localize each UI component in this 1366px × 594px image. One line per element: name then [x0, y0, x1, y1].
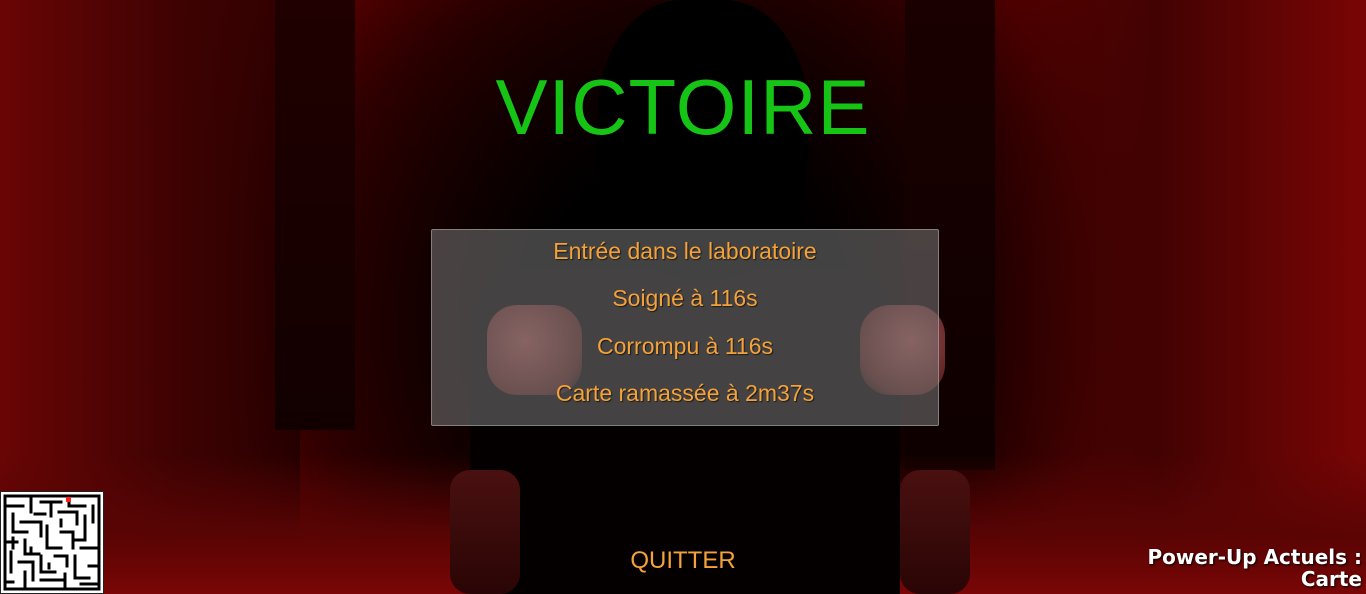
log-entry: Entrée dans le laboratoire [553, 238, 817, 264]
quit-button[interactable]: QUITTER [583, 543, 783, 579]
powerup-value: Carte [1300, 567, 1362, 591]
powerup-label: Power-Up Actuels : [1147, 545, 1362, 569]
log-entry: Soigné à 116s [612, 285, 758, 312]
maze-minimap-icon[interactable] [0, 491, 104, 594]
figure-right-arm [900, 470, 970, 594]
player-marker-icon [66, 497, 71, 502]
game-scene: VICTOIRE Entrée dans le laboratoire Soig… [0, 0, 1366, 594]
log-entry: Corrompu à 116s [597, 332, 773, 359]
powerup-status: Power-Up Actuels : Carte [1147, 546, 1362, 590]
log-entry: Carte ramassée à 2m37s [555, 379, 815, 406]
event-log-panel: Entrée dans le laboratoire Soigné à 116s… [431, 229, 939, 426]
figure-left-arm [450, 470, 520, 594]
victory-title: VICTOIRE [495, 63, 871, 151]
